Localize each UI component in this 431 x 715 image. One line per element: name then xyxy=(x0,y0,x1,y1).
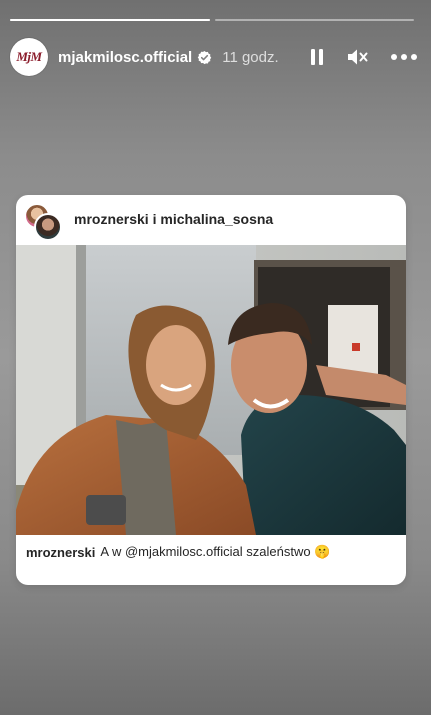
post-caption: mroznerski A w @mjakmilosc.official szal… xyxy=(26,537,396,567)
muted-speaker-icon xyxy=(348,49,368,65)
story-header: MjM mjakmilosc.official 11 godz. xyxy=(10,37,417,77)
post-authors[interactable]: mroznerski i michalina_sosna xyxy=(74,211,273,227)
mute-button[interactable] xyxy=(347,47,369,67)
caption-username[interactable]: mroznerski xyxy=(26,545,95,560)
shared-post-card[interactable]: mroznerski i michalina_sosna mroznerski … xyxy=(16,195,406,585)
post-author-avatars xyxy=(24,199,66,241)
more-icon xyxy=(391,54,417,60)
caption-text: A w @mjakmilosc.official szaleństwo 🤫 xyxy=(100,544,331,559)
pause-button[interactable] xyxy=(309,48,325,66)
progress-fill xyxy=(10,19,210,21)
post-header: mroznerski i michalina_sosna xyxy=(16,195,406,243)
progress-segment xyxy=(214,19,414,21)
avatar xyxy=(34,213,62,241)
account-username[interactable]: mjakmilosc.official xyxy=(58,49,192,66)
pause-icon xyxy=(311,49,323,65)
progress-segment xyxy=(10,19,210,21)
post-photo[interactable] xyxy=(16,245,406,535)
account-avatar[interactable]: MjM xyxy=(10,38,48,76)
post-time: 11 godz. xyxy=(222,48,279,66)
verified-badge-icon xyxy=(197,50,212,65)
avatar-logo: MjM xyxy=(16,49,42,64)
more-options-button[interactable] xyxy=(391,54,417,60)
story-progress-bar xyxy=(10,19,414,21)
